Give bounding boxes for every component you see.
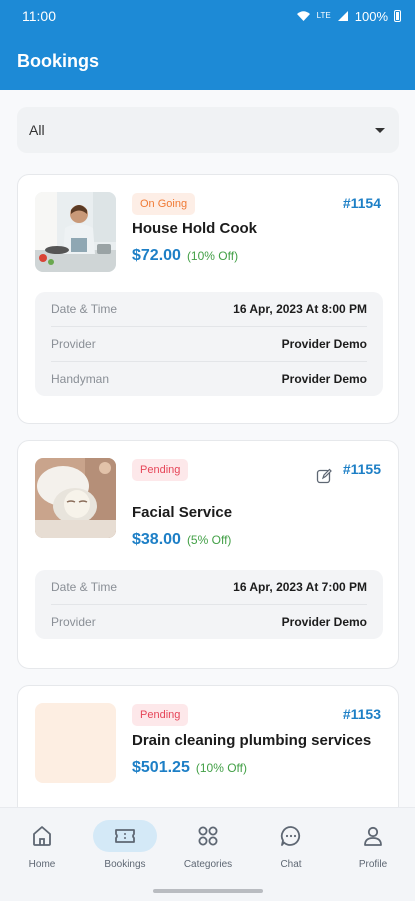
price-amount: $38.00: [132, 531, 181, 548]
detail-row-provider: Provider Provider Demo: [51, 327, 367, 362]
booking-id: #1154: [342, 195, 381, 211]
nav-item-chat[interactable]: Chat: [251, 820, 331, 870]
edit-icon[interactable]: [316, 468, 332, 484]
service-image-facial: [35, 458, 116, 538]
detail-label: Provider: [51, 615, 96, 629]
chat-bubble-icon: [259, 820, 323, 852]
battery-percent: 100%: [354, 8, 388, 24]
filter-selected-value: All: [29, 122, 45, 138]
booking-card[interactable]: On Going #1154 House Hold Cook $72.00 (1…: [17, 174, 399, 424]
service-image-cook: [35, 192, 116, 272]
detail-row-datetime: Date & Time 16 Apr, 2023 At 8:00 PM: [51, 292, 367, 327]
discount-label: (10% Off): [195, 761, 247, 775]
battery-icon: [394, 10, 401, 22]
nav-item-home[interactable]: Home: [2, 820, 82, 870]
detail-row-datetime: Date & Time 16 Apr, 2023 At 7:00 PM: [51, 570, 367, 605]
service-image-placeholder: [35, 703, 116, 783]
price-amount: $501.25: [132, 759, 190, 776]
detail-value: 16 Apr, 2023 At 7:00 PM: [233, 580, 367, 594]
status-badge: Pending: [132, 459, 189, 481]
page-title: Bookings: [17, 50, 100, 71]
wifi-icon: [296, 11, 310, 21]
nav-label: Chat: [280, 859, 302, 870]
nav-item-bookings[interactable]: Bookings: [85, 820, 165, 870]
status-filter-dropdown[interactable]: All: [17, 107, 399, 153]
booking-card[interactable]: Pending #1155 Facial Service $38.00 (5% …: [17, 440, 399, 669]
dropdown-arrow-icon: [375, 127, 385, 133]
status-badge: Pending: [132, 704, 189, 726]
nav-label: Bookings: [104, 859, 146, 870]
detail-label: Handyman: [51, 372, 110, 386]
status-icons: LTE 100%: [296, 9, 401, 24]
status-bar: 11:00 LTE 100%: [0, 0, 415, 32]
signal-icon: [337, 11, 348, 21]
detail-row-provider: Provider Provider Demo: [51, 605, 367, 639]
price-amount: $72.00: [132, 247, 181, 264]
price-row: $501.25 (10% Off): [132, 759, 247, 777]
gesture-handle: [153, 889, 263, 893]
bottom-navigation: Home Bookings Categories Chat Profile: [0, 807, 415, 901]
ticket-icon: [93, 820, 157, 852]
grid-icon: [176, 820, 240, 852]
booking-details: Date & Time 16 Apr, 2023 At 7:00 PM Prov…: [35, 570, 383, 639]
nav-label: Profile: [358, 859, 388, 870]
detail-label: Provider: [51, 337, 96, 351]
booking-id: #1153: [342, 706, 381, 722]
service-name: Drain cleaning plumbing services: [132, 732, 372, 749]
discount-label: (5% Off): [186, 533, 232, 547]
detail-value: 16 Apr, 2023 At 8:00 PM: [233, 302, 367, 316]
booking-id: #1155: [342, 461, 381, 477]
nav-item-profile[interactable]: Profile: [333, 820, 413, 870]
nav-item-categories[interactable]: Categories: [168, 820, 248, 870]
booking-details: Date & Time 16 Apr, 2023 At 8:00 PM Prov…: [35, 292, 383, 396]
nav-label: Home: [28, 859, 56, 870]
network-label: LTE: [316, 11, 331, 20]
nav-label: Categories: [183, 859, 233, 870]
detail-label: Date & Time: [51, 580, 118, 594]
detail-value: Provider Demo: [281, 372, 367, 386]
app-bar: Bookings: [0, 32, 415, 90]
price-row: $72.00 (10% Off): [132, 247, 238, 265]
detail-label: Date & Time: [51, 302, 118, 316]
service-name: Facial Service: [132, 504, 233, 521]
user-icon: [341, 820, 405, 852]
detail-value: Provider Demo: [281, 615, 367, 629]
home-icon: [10, 820, 74, 852]
discount-label: (10% Off): [186, 249, 239, 263]
service-name: House Hold Cook: [132, 220, 258, 237]
price-row: $38.00 (5% Off): [132, 531, 231, 549]
detail-row-handyman: Handyman Provider Demo: [51, 362, 367, 396]
detail-value: Provider Demo: [281, 337, 367, 351]
status-time: 11:00: [22, 8, 56, 24]
status-badge: On Going: [132, 193, 196, 215]
